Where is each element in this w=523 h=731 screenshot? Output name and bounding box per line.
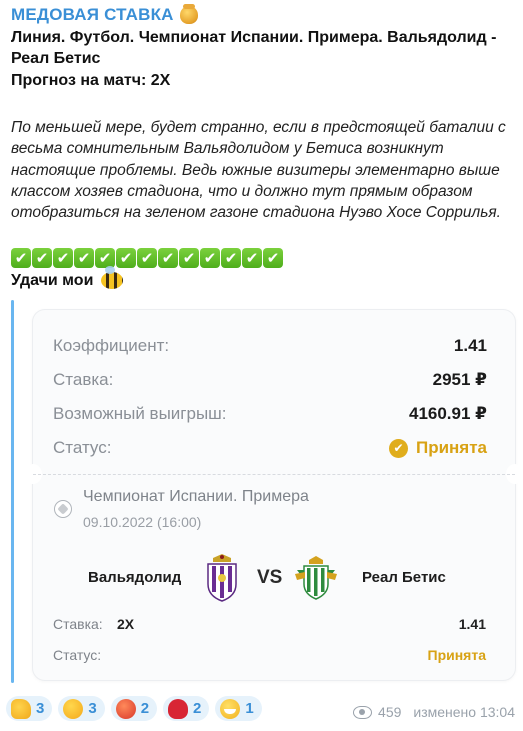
check-mark-icon: ✔ bbox=[158, 248, 178, 268]
league-name: Чемпионат Испании. Примера bbox=[83, 488, 309, 505]
check-circle-icon: ✔ bbox=[388, 438, 408, 458]
valladolid-crest-icon bbox=[207, 554, 237, 602]
honey-pot-icon bbox=[179, 4, 198, 24]
view-count: 459 bbox=[378, 704, 402, 720]
odds-row: Коэффициент: 1.41 bbox=[53, 336, 487, 356]
soccer-ball-icon bbox=[54, 500, 72, 518]
stake-type-label: Ставка: bbox=[53, 616, 103, 632]
bet-card[interactable]: Коэффициент: 1.41 Ставка: 2951 ₽ Возможн… bbox=[24, 310, 523, 680]
reaction-thinking[interactable]: 3 bbox=[58, 696, 105, 721]
luck-line: Удачи мои bbox=[11, 266, 123, 291]
stake-odds-value: 1.41 bbox=[458, 616, 486, 632]
status-value: ✔ Принята bbox=[388, 438, 487, 458]
quote-bar bbox=[11, 300, 14, 683]
post-paragraph: По меньшей мере, будет странно, если в п… bbox=[11, 119, 506, 222]
reaction-heart[interactable]: 2 bbox=[163, 696, 210, 721]
betis-crest-icon bbox=[295, 556, 337, 600]
stake-type-value: 2Х bbox=[117, 616, 135, 632]
channel-name[interactable]: МЕДОВАЯ СТАВКА bbox=[11, 5, 174, 25]
mini-status-label: Статус: bbox=[53, 647, 102, 663]
stake-row: Ставка: 2951 ₽ bbox=[53, 370, 487, 390]
payout-value: 4160.91 ₽ bbox=[408, 404, 487, 423]
reaction-thumbs-up[interactable]: 3 bbox=[6, 696, 53, 721]
check-mark-icon: ✔ bbox=[221, 248, 241, 268]
post-line-1: Линия. Футбол. Чемпионат Испании. Пример… bbox=[11, 29, 497, 46]
heart-icon bbox=[168, 698, 189, 719]
grinning-face-icon bbox=[220, 698, 241, 719]
match-datetime: 09.10.2022 (16:00) bbox=[83, 514, 202, 530]
home-team-name: Вальядолид bbox=[88, 569, 182, 586]
post-line-2: Реал Бетис bbox=[11, 50, 101, 67]
check-mark-icon: ✔ bbox=[116, 248, 136, 268]
check-mark-icon: ✔ bbox=[32, 248, 52, 268]
reaction-count: 3 bbox=[88, 700, 97, 717]
check-mark-icon: ✔ bbox=[137, 248, 157, 268]
versus-label: VS bbox=[257, 567, 283, 588]
mini-status-value: Принята bbox=[427, 647, 487, 663]
reactions-bar: 3 3 2 2 1 bbox=[6, 696, 262, 721]
check-marks-row: ✔ ✔ ✔ ✔ ✔ ✔ ✔ ✔ ✔ ✔ ✔ ✔ ✔ bbox=[11, 248, 283, 268]
check-mark-icon: ✔ bbox=[263, 248, 283, 268]
reaction-angry[interactable]: 2 bbox=[110, 696, 158, 721]
channel-title[interactable]: МЕДОВАЯ СТАВКА bbox=[11, 4, 198, 25]
edited-time: изменено 13:04 bbox=[413, 704, 515, 720]
odds-label: Коэффициент: bbox=[53, 336, 170, 355]
reaction-grin[interactable]: 1 bbox=[215, 696, 262, 721]
status-label: Статус: bbox=[53, 438, 112, 457]
bee-icon bbox=[100, 266, 123, 290]
check-mark-icon: ✔ bbox=[242, 248, 262, 268]
check-mark-icon: ✔ bbox=[11, 248, 31, 268]
reaction-count: 2 bbox=[140, 700, 150, 717]
reaction-count: 2 bbox=[193, 700, 202, 717]
eye-icon bbox=[353, 705, 373, 719]
payout-row: Возможный выигрыш: 4160.91 ₽ bbox=[53, 404, 487, 424]
payout-label: Возможный выигрыш: bbox=[53, 404, 227, 423]
status-text: Принята bbox=[415, 438, 487, 457]
luck-text: Удачи мои bbox=[11, 272, 94, 289]
reaction-count: 3 bbox=[36, 700, 45, 717]
message-meta: 459 изменено 13:04 bbox=[353, 704, 515, 720]
status-row: Статус: ✔ Принята bbox=[53, 438, 487, 458]
reaction-count: 1 bbox=[245, 700, 254, 717]
angry-face-icon bbox=[115, 698, 136, 719]
thumbs-up-icon bbox=[11, 698, 31, 719]
ticket-divider bbox=[33, 474, 515, 475]
check-mark-icon: ✔ bbox=[95, 248, 115, 268]
thinking-face-icon bbox=[63, 698, 84, 719]
away-team-name: Реал Бетис bbox=[362, 569, 446, 586]
check-mark-icon: ✔ bbox=[74, 248, 94, 268]
check-mark-icon: ✔ bbox=[179, 248, 199, 268]
check-mark-icon: ✔ bbox=[200, 248, 220, 268]
check-mark-icon: ✔ bbox=[53, 248, 73, 268]
stake-amount-value: 2951 ₽ bbox=[432, 370, 487, 389]
odds-value: 1.41 bbox=[453, 336, 487, 355]
stake-amount-label: Ставка: bbox=[53, 370, 114, 389]
forecast: Прогноз на матч: 2Х bbox=[11, 72, 171, 89]
